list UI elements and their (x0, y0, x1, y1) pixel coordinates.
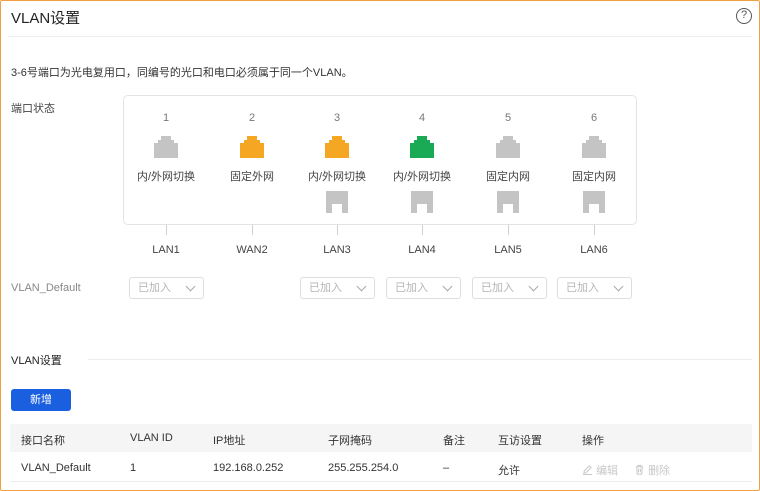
port-name: LAN6 (580, 244, 608, 256)
edit-icon (582, 465, 593, 476)
port-number: 4 (418, 112, 426, 124)
port-number: 1 (162, 112, 170, 124)
port-number: 2 (248, 112, 256, 124)
membership-select-lan4[interactable]: 已加入 (386, 277, 461, 299)
column-header-remark: 备注 (443, 435, 465, 447)
table-row: VLAN_Default 1 192.168.0.252 255.255.254… (10, 452, 752, 482)
membership-select-lan3[interactable]: 已加入 (300, 277, 375, 299)
port-mode-label: 固定内网 (486, 171, 530, 183)
column-header-ip: IP地址 (213, 435, 246, 447)
trash-icon (635, 464, 644, 475)
chevron-down-icon (442, 281, 453, 292)
select-value: 已加入 (395, 282, 428, 294)
cell-mask: 255.255.254.0 (328, 462, 399, 474)
port-note: 3-6号端口为光电复用口，同编号的光口和电口必须属于同一个VLAN。 (11, 67, 353, 79)
column-header-vlan-id: VLAN ID (130, 432, 173, 444)
port-mode-label: 固定内网 (572, 171, 616, 183)
membership-select-lan1[interactable]: 已加入 (129, 277, 204, 299)
port-connector-line (337, 225, 338, 235)
port-mode-label: 内/外网切换 (136, 171, 196, 183)
port-connector-line (508, 225, 509, 235)
chevron-down-icon (356, 281, 367, 292)
vlan-table: 接口名称 VLAN ID IP地址 子网掩码 备注 互访设置 操作 VLAN_D… (10, 424, 752, 482)
select-value: 已加入 (138, 282, 171, 294)
cell-access: 允许 (498, 465, 520, 477)
port-mode-label: 内/外网切换 (307, 171, 367, 183)
cell-ip: 192.168.0.252 (213, 462, 284, 474)
port-status-label: 端口状态 (11, 103, 55, 115)
port-connector-line (594, 225, 595, 235)
port-connector-line (422, 225, 423, 235)
port-connector-line (166, 225, 167, 235)
port-mode-label: 内/外网切换 (392, 171, 452, 183)
cell-remark: – (443, 462, 450, 474)
port-number: 6 (590, 112, 598, 124)
column-header-actions: 操作 (582, 435, 604, 447)
port-connector-line (252, 225, 253, 235)
chevron-down-icon (185, 281, 196, 292)
vlan-default-label: VLAN_Default (11, 282, 81, 294)
sfp-port-icon (497, 191, 519, 216)
column-header-access: 互访设置 (498, 435, 542, 447)
membership-select-lan5[interactable]: 已加入 (472, 277, 547, 299)
membership-select-lan6[interactable]: 已加入 (557, 277, 632, 299)
table-header: 接口名称 VLAN ID IP地址 子网掩码 备注 互访设置 操作 (10, 424, 752, 452)
rj45-port-icon (496, 136, 520, 161)
edit-button[interactable]: 编辑 (582, 462, 618, 478)
sfp-port-icon (411, 191, 433, 216)
rj45-port-icon (582, 136, 606, 161)
rj45-port-icon (325, 136, 349, 161)
chevron-down-icon (613, 281, 624, 292)
rj45-port-icon (410, 136, 434, 161)
cell-name: VLAN_Default (21, 462, 91, 474)
sfp-port-icon (583, 191, 605, 216)
port-name: LAN4 (408, 244, 436, 256)
port-name: LAN1 (152, 244, 180, 256)
port-mode-label: 固定外网 (230, 171, 274, 183)
column-header-name: 接口名称 (21, 435, 65, 447)
rj45-port-icon (240, 136, 264, 161)
column-header-mask: 子网掩码 (328, 435, 372, 447)
rj45-port-icon (154, 136, 178, 161)
cell-vlan-id: 1 (130, 462, 137, 474)
port-name: WAN2 (236, 244, 268, 256)
select-value: 已加入 (481, 282, 514, 294)
vlan-section-title: VLAN设置 (11, 355, 62, 367)
port-number: 3 (333, 112, 341, 124)
select-value: 已加入 (566, 282, 599, 294)
divider (8, 36, 752, 37)
select-value: 已加入 (309, 282, 342, 294)
delete-label: 删除 (648, 465, 671, 477)
help-icon[interactable]: ? (736, 8, 752, 24)
port-name: LAN3 (323, 244, 351, 256)
page-title: VLAN设置 (11, 10, 81, 27)
section-divider (88, 359, 752, 360)
sfp-port-icon (326, 191, 348, 216)
delete-button[interactable]: 删除 (634, 462, 670, 478)
port-number: 5 (504, 112, 512, 124)
edit-label: 编辑 (596, 465, 619, 477)
add-vlan-button[interactable]: 新增 (11, 389, 71, 411)
chevron-down-icon (528, 281, 539, 292)
port-name: LAN5 (494, 244, 522, 256)
